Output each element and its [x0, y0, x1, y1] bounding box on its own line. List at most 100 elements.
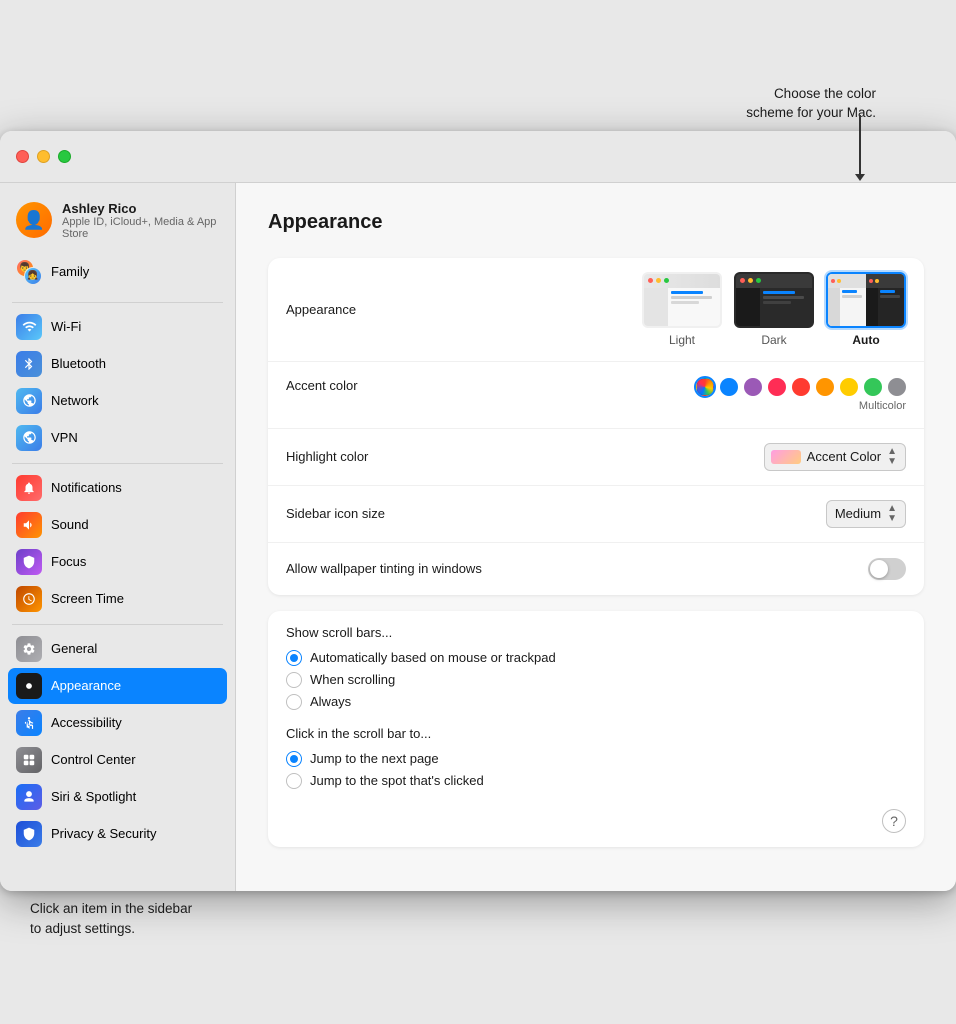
sidebar-item-label-network: Network	[51, 393, 99, 408]
accent-sublabel: Multicolor	[859, 400, 906, 412]
sidebar-icon-size-value: Medium ▲ ▼	[486, 500, 906, 528]
accent-swatch-pink[interactable]	[768, 378, 786, 396]
appearance-option-label-auto: Auto	[852, 333, 879, 347]
sidebar-item-label-focus: Focus	[51, 554, 86, 569]
appearance-row: Appearance	[268, 258, 924, 362]
click-radio-nextpage-label: Jump to the next page	[310, 751, 439, 766]
network-icon	[16, 388, 42, 414]
user-subtitle: Apple ID, iCloud+, Media & App Store	[62, 216, 219, 240]
minimize-button[interactable]	[37, 150, 50, 163]
help-button[interactable]: ?	[882, 809, 906, 833]
click-radio-spot[interactable]: Jump to the spot that's clicked	[286, 773, 906, 789]
sidebar-item-label-bluetooth: Bluetooth	[51, 356, 106, 371]
traffic-lights	[16, 150, 71, 163]
scroll-bars-card: Show scroll bars... Automatically based …	[268, 611, 924, 847]
user-profile[interactable]: 👤 Ashley Rico Apple ID, iCloud+, Media &…	[8, 195, 227, 246]
highlight-color-dropdown[interactable]: Accent Color ▲ ▼	[764, 443, 906, 471]
sidebar-item-control-center[interactable]: Control Center	[8, 742, 227, 778]
sidebar-item-label-siri: Siri & Spotlight	[51, 789, 136, 804]
sidebar-item-screen-time[interactable]: Screen Time	[8, 581, 227, 617]
sidebar-item-siri[interactable]: Siri & Spotlight	[8, 779, 227, 815]
sidebar-section-network: Wi-Fi Bluetooth	[0, 309, 235, 457]
accent-swatch-graphite[interactable]	[888, 378, 906, 396]
sidebar-item-label-notifications: Notifications	[51, 480, 122, 495]
click-scroll-title: Click in the scroll bar to...	[286, 726, 906, 741]
accent-swatch-purple[interactable]	[744, 378, 762, 396]
sidebar-item-label-wifi: Wi-Fi	[51, 319, 81, 334]
sidebar-divider-3	[12, 624, 223, 625]
system-preferences-window: 👤 Ashley Rico Apple ID, iCloud+, Media &…	[0, 131, 956, 891]
main-content: Appearance Appearance	[236, 183, 956, 891]
scroll-radio-scrolling-circle	[286, 672, 302, 688]
sidebar-item-label-privacy: Privacy & Security	[51, 826, 156, 841]
appearance-option-dark[interactable]: Dark	[734, 272, 814, 347]
privacy-icon	[16, 821, 42, 847]
window-content: 👤 Ashley Rico Apple ID, iCloud+, Media &…	[0, 183, 956, 891]
page-title: Appearance	[268, 211, 924, 234]
scroll-radio-auto[interactable]: Automatically based on mouse or trackpad	[286, 650, 906, 666]
appearance-options: Light	[642, 272, 906, 347]
wallpaper-tinting-toggle[interactable]	[868, 558, 906, 580]
highlight-color-label: Highlight color	[286, 449, 486, 464]
accent-swatch-yellow[interactable]	[840, 378, 858, 396]
controlcenter-icon	[16, 747, 42, 773]
accent-swatch-red[interactable]	[792, 378, 810, 396]
accent-color-swatches	[696, 378, 906, 396]
appearance-option-auto[interactable]: Auto	[826, 272, 906, 347]
siri-icon	[16, 784, 42, 810]
scroll-radio-scrolling[interactable]: When scrolling	[286, 672, 906, 688]
sidebar-item-accessibility[interactable]: Accessibility	[8, 705, 227, 741]
sidebar-item-label-general: General	[51, 641, 97, 656]
sidebar-item-appearance[interactable]: Appearance	[8, 668, 227, 704]
sidebar-item-sound[interactable]: Sound	[8, 507, 227, 543]
user-name: Ashley Rico	[62, 201, 219, 216]
click-scroll-radio-group: Jump to the next page Jump to the spot t…	[286, 751, 906, 789]
accent-color-label: Accent color	[286, 378, 486, 393]
close-button[interactable]	[16, 150, 29, 163]
sidebar-item-vpn[interactable]: VPN	[8, 420, 227, 456]
sidebar-item-label-screentime: Screen Time	[51, 591, 124, 606]
appearance-options-wrap: Light	[486, 272, 906, 347]
sidebar-item-label-sound: Sound	[51, 517, 89, 532]
sidebar: 👤 Ashley Rico Apple ID, iCloud+, Media &…	[0, 183, 236, 891]
highlight-color-row: Highlight color Accent Color ▲ ▼	[268, 429, 924, 486]
sidebar-divider-1	[12, 302, 223, 303]
notifications-icon	[16, 475, 42, 501]
scroll-radio-always[interactable]: Always	[286, 694, 906, 710]
sidebar-item-label-appearance: Appearance	[51, 678, 121, 693]
sidebar-item-wifi[interactable]: Wi-Fi	[8, 309, 227, 345]
wallpaper-tinting-label: Allow wallpaper tinting in windows	[286, 561, 486, 576]
accent-color-row: Accent color	[268, 362, 924, 429]
focus-icon	[16, 549, 42, 575]
sidebar-item-privacy[interactable]: Privacy & Security	[8, 816, 227, 852]
appearance-thumb-auto	[826, 272, 906, 328]
accent-swatch-green[interactable]	[864, 378, 882, 396]
highlight-color-value: Accent Color ▲ ▼	[486, 443, 906, 471]
accent-swatch-orange[interactable]	[816, 378, 834, 396]
scroll-radio-always-circle	[286, 694, 302, 710]
sidebar-item-general[interactable]: General	[8, 631, 227, 667]
sidebar-item-bluetooth[interactable]: Bluetooth	[8, 346, 227, 382]
sidebar-item-notifications[interactable]: Notifications	[8, 470, 227, 506]
maximize-button[interactable]	[58, 150, 71, 163]
accent-swatch-blue[interactable]	[720, 378, 738, 396]
sidebar-item-focus[interactable]: Focus	[8, 544, 227, 580]
sidebar-item-network[interactable]: Network	[8, 383, 227, 419]
sidebar-divider-2	[12, 463, 223, 464]
sidebar-item-label-vpn: VPN	[51, 430, 78, 445]
sidebar-item-family[interactable]: 👦 👧 Family	[8, 254, 227, 290]
scroll-radio-auto-circle	[286, 650, 302, 666]
click-radio-nextpage[interactable]: Jump to the next page	[286, 751, 906, 767]
wallpaper-tinting-value	[486, 558, 906, 580]
family-label: Family	[51, 264, 89, 279]
bluetooth-icon	[16, 351, 42, 377]
accent-swatch-multicolor[interactable]	[696, 378, 714, 396]
appearance-icon	[16, 673, 42, 699]
family-avatars: 👦 👧	[16, 259, 42, 285]
accent-color-value: Multicolor	[486, 378, 906, 412]
sidebar-icon-size-dropdown[interactable]: Medium ▲ ▼	[826, 500, 906, 528]
appearance-option-light[interactable]: Light	[642, 272, 722, 347]
sidebar-section-prefs: General Appearance	[0, 631, 235, 853]
click-radio-spot-label: Jump to the spot that's clicked	[310, 773, 484, 788]
general-icon	[16, 636, 42, 662]
